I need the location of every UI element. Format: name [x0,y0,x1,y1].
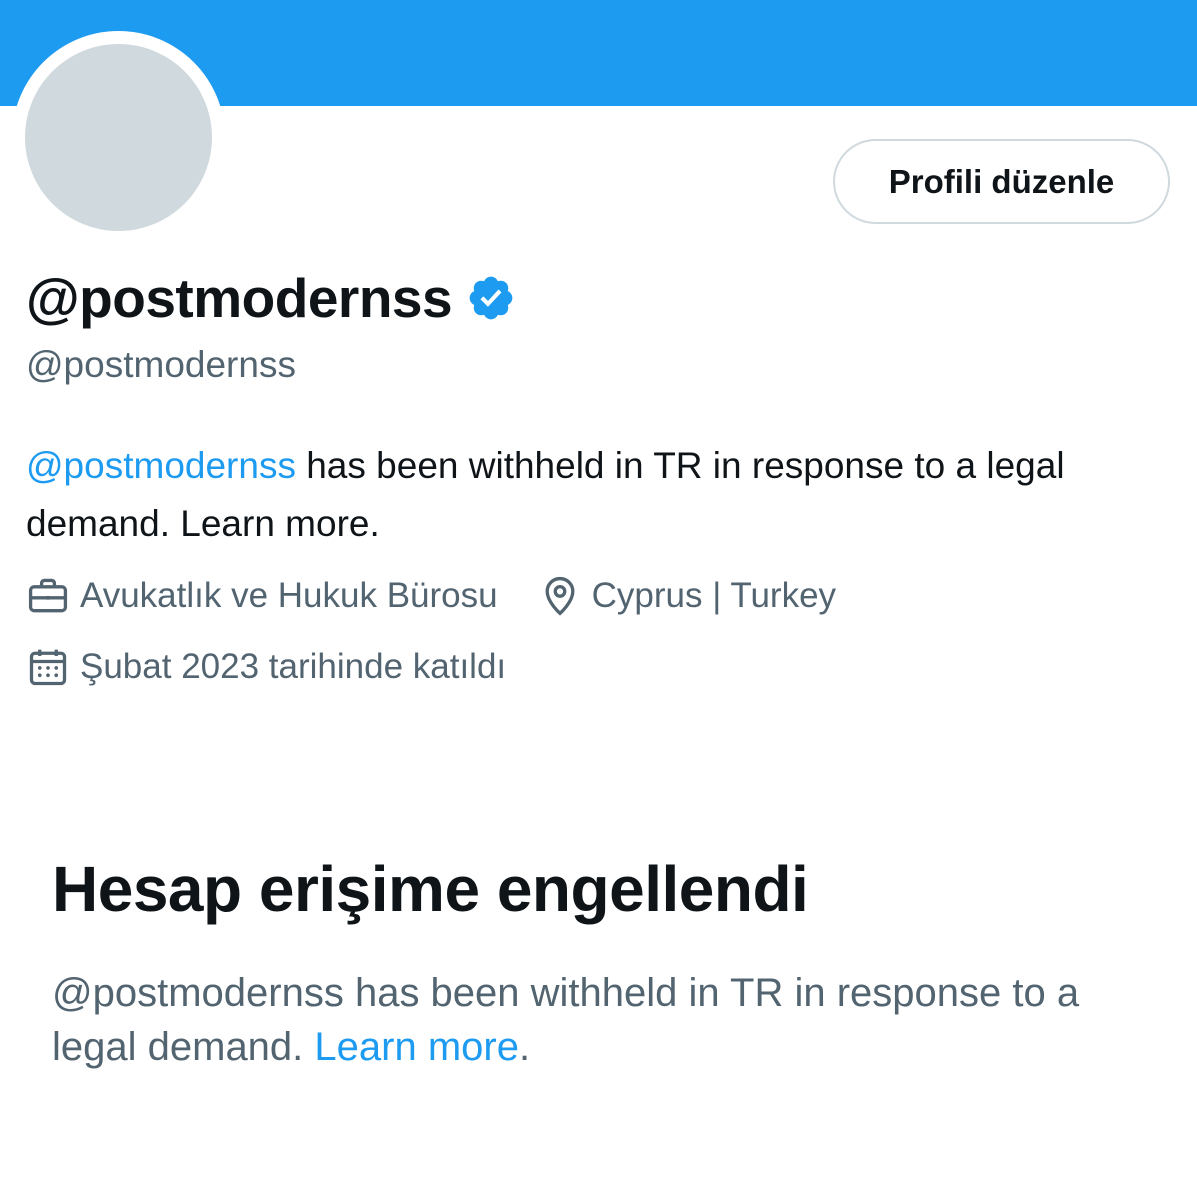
calendar-icon [29,649,67,686]
profile-meta-row: Avukatlık ve Hukuk Bürosu Cyprus | Turke… [26,574,876,618]
profession-label: Avukatlık ve Hukuk Bürosu [80,576,498,615]
location-label: Cyprus | Turkey [591,576,837,615]
verified-badge-icon[interactable] [466,273,516,323]
briefcase-icon [28,578,68,613]
profile-meta-row: Şubat 2023 tarihinde katıldı [26,645,546,689]
edit-profile-button[interactable]: Profili düzenle [833,139,1170,224]
profession-item: Avukatlık ve Hukuk Bürosu [26,574,498,618]
display-name-row: @postmodernss [26,262,516,334]
withheld-trailing: . [518,1025,531,1069]
location-item: Cyprus | Turkey [538,574,836,618]
profile-bio: @postmodernss has been withheld in TR in… [26,437,1176,553]
avatar[interactable] [25,44,212,231]
location-pin-icon [545,576,575,616]
bio-mention-link[interactable]: @postmodernss [26,445,296,486]
withheld-title: Hesap erişime engellendi [52,853,809,925]
joined-label: Şubat 2023 tarihinde katıldı [80,647,507,686]
withheld-text: @postmodernss has been withheld in TR in… [52,966,1152,1074]
profile-handle: @postmodernss [26,344,296,385]
joined-item: Şubat 2023 tarihinde katıldı [26,645,506,689]
withheld-body: @postmodernss has been withheld in TR in… [52,971,1080,1069]
learn-more-link[interactable]: Learn more [314,1025,519,1069]
display-name: @postmodernss [26,267,453,329]
